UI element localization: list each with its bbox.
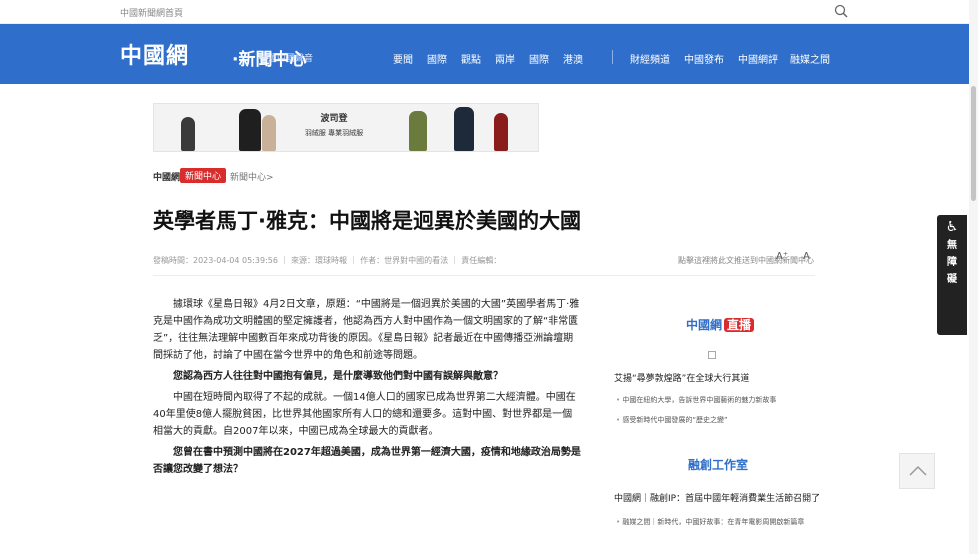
model-figure bbox=[409, 111, 427, 151]
banner-brand: 波司登 羽絨服 專業羽絨服 bbox=[304, 112, 364, 140]
sidebar-headline[interactable]: 中國網｜融創IP：首屆中國年輕消費業生活節召開了 bbox=[614, 491, 820, 504]
divider bbox=[153, 275, 815, 276]
channel-link[interactable]: 新聞中心> bbox=[230, 170, 274, 183]
nav-item-cross-strait[interactable]: 兩岸 bbox=[495, 51, 515, 66]
article-title: 英學者馬丁·雅克：中國將是迥異於美國的大國 bbox=[153, 209, 581, 233]
model-figure bbox=[454, 107, 474, 151]
list-item[interactable]: 中國在紐約大學，告訴世界中國藝術的魅力新故事 bbox=[616, 395, 812, 405]
sidebar-logo-text: 中國網 bbox=[686, 318, 723, 332]
nav-item-opinion[interactable]: 觀點 bbox=[461, 51, 481, 66]
accessibility-button[interactable]: ♿ 無障礙 bbox=[937, 215, 967, 335]
wheelchair-icon: ♿ bbox=[945, 219, 959, 235]
chevron-up-icon bbox=[909, 465, 927, 476]
nav-item-hk-macau[interactable]: 港澳 bbox=[563, 51, 583, 66]
broken-image-icon bbox=[708, 351, 716, 359]
push-to-news-link[interactable]: 點擊這裡將此文推送到中國網新聞中心 bbox=[678, 255, 814, 266]
model-figure bbox=[181, 117, 195, 151]
nav-item-finance[interactable]: 財經頻道 bbox=[630, 51, 670, 66]
advertisement-banner[interactable]: 波司登 羽絨服 專業羽絨服 bbox=[153, 103, 539, 152]
sidebar-news-list: 中國在紐約大學，告訴世界中國藝術的魅力新故事 感受新時代中國發展的“歷史之變” bbox=[616, 395, 812, 435]
nav-item-commentary[interactable]: 中國網評 bbox=[738, 51, 778, 66]
article-paragraph: 中國在短時間內取得了不起的成就。一個14億人口的國家已成為世界第二大經濟體。中國… bbox=[153, 392, 576, 437]
article-question: 您認為西方人往往對中國抱有偏見，是什麼導致他們對中國有誤解與敵意？ bbox=[173, 371, 503, 382]
model-figure bbox=[494, 113, 508, 151]
nav-item-news[interactable]: 要聞 bbox=[393, 51, 413, 66]
nav-item-china-release[interactable]: 中國發布 bbox=[684, 51, 724, 66]
list-item[interactable]: 融媒之間｜新時代，中國好故事：在青年電影周開啟新篇章 bbox=[616, 517, 804, 527]
font-larger-button[interactable]: A⁺ bbox=[776, 251, 788, 262]
home-link[interactable]: 中國新聞網首頁 bbox=[120, 6, 183, 19]
channel-badge[interactable]: 新聞中心 bbox=[180, 168, 227, 183]
nav-divider bbox=[612, 50, 613, 64]
search-icon[interactable] bbox=[833, 3, 849, 19]
top-utility-bar: 中國新聞網首頁 bbox=[0, 0, 978, 24]
site-slogan: 傳遞中國聲音 bbox=[259, 54, 314, 64]
page-scrollbar[interactable] bbox=[969, 0, 978, 554]
article-paragraph: 據環球《星島日報》4月2日文章，原題：“中國將是一個迥異於美國的大國”英國學者馬… bbox=[153, 299, 580, 361]
nav-item-world[interactable]: 國際 bbox=[529, 51, 549, 66]
article-question: 您曾在書中預測中國將在2027年超過美國，成為世界第一經濟大國，疫情和地緣政治局… bbox=[153, 447, 581, 475]
sidebar-logo[interactable]: 中國網 直播 bbox=[686, 316, 755, 333]
font-smaller-button[interactable]: A bbox=[803, 251, 810, 262]
site-logo[interactable]: 中國網 bbox=[120, 38, 189, 70]
banner-brand-name: 波司登 bbox=[320, 114, 348, 124]
scrollbar-thumb[interactable] bbox=[971, 86, 976, 201]
article-body: 據環球《星島日報》4月2日文章，原題：“中國將是一個迥異於美國的大國”英國學者馬… bbox=[153, 296, 581, 482]
main-navigation: 中國網 ·新聞中心 傳遞中國聲音 要聞 國際 觀點 兩岸 國際 港澳 財經頻道 … bbox=[0, 24, 978, 84]
sidebar-headline[interactable]: 艾揚“尋夢敦煌路”在全球大行其道 bbox=[614, 371, 749, 384]
banner-brand-tagline: 羽絨服 專業羽絨服 bbox=[304, 129, 364, 137]
back-to-top-button[interactable] bbox=[899, 453, 935, 489]
nav-item-media[interactable]: 融媒之間 bbox=[790, 51, 830, 66]
sidebar-news-list: 融媒之間｜新時代，中國好故事：在青年電影周開啟新篇章 bbox=[616, 517, 804, 527]
article-meta: 發稿時間：2023-04-04 05:39:56 ｜ 來源：環球時報 ｜ 作者：… bbox=[153, 256, 502, 265]
model-figure bbox=[239, 109, 261, 151]
sidebar-logo-badge: 直播 bbox=[724, 318, 755, 332]
studio-logo[interactable]: 融創工作室 bbox=[688, 456, 748, 473]
nav-item-international[interactable]: 國際 bbox=[427, 51, 447, 66]
channel-logo[interactable]: 中國網 bbox=[153, 170, 180, 183]
list-item[interactable]: 感受新時代中國發展的“歷史之變” bbox=[616, 415, 812, 425]
model-figure bbox=[262, 115, 276, 151]
accessibility-label: 無障礙 bbox=[947, 240, 957, 285]
